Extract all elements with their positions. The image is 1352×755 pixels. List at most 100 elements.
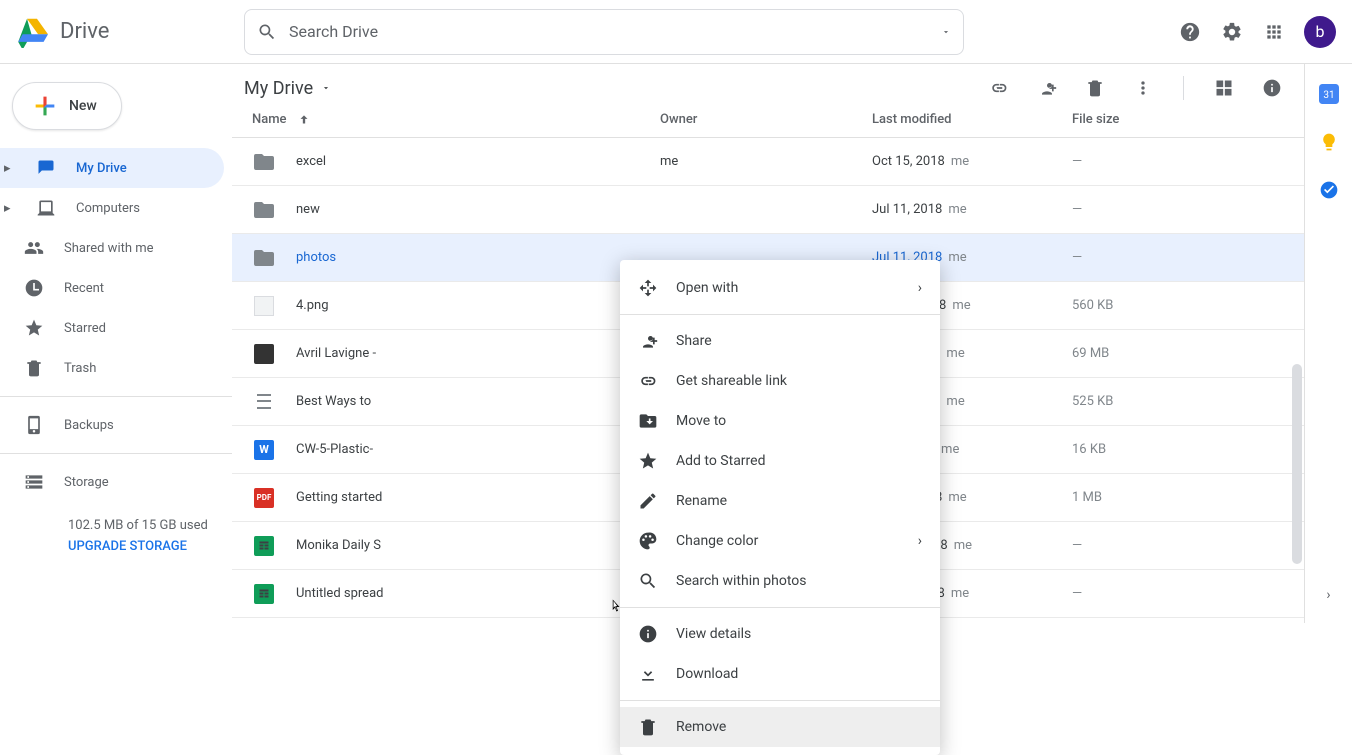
new-button-label: New <box>69 98 97 114</box>
ctx-remove[interactable]: Remove <box>620 707 940 747</box>
chevron-right-icon: › <box>918 533 922 549</box>
file-row[interactable]: new Jul 11, 2018 me— <box>232 186 1304 234</box>
rail-expand-icon[interactable]: › <box>1326 587 1330 603</box>
file-name: Untitled spread <box>296 586 383 601</box>
file-type-icon <box>252 534 276 558</box>
get-link-icon[interactable] <box>987 76 1011 100</box>
search-bar[interactable]: Search Drive <box>244 9 964 55</box>
delete-icon[interactable] <box>1083 76 1107 100</box>
file-type-icon <box>252 294 276 318</box>
logo-area: Drive <box>16 16 244 48</box>
file-size: — <box>1072 154 1284 169</box>
grid-view-icon[interactable] <box>1212 76 1236 100</box>
help-icon[interactable] <box>1178 20 1202 44</box>
file-name: excel <box>296 154 326 169</box>
ctx-open-with[interactable]: Open with › <box>620 268 940 308</box>
ctx-rename[interactable]: Rename <box>620 481 940 521</box>
ctx-search-within[interactable]: Search within photos <box>620 561 940 601</box>
share-icon[interactable] <box>1035 76 1059 100</box>
storage-icon <box>24 472 44 492</box>
breadcrumb[interactable]: My Drive <box>244 78 331 99</box>
file-name: new <box>296 202 320 217</box>
scrollbar[interactable] <box>1292 364 1302 564</box>
sidebar-item-label: Storage <box>64 475 109 490</box>
ctx-move-to[interactable]: Move to <box>620 401 940 441</box>
settings-icon[interactable] <box>1220 20 1244 44</box>
search-dropdown-icon[interactable] <box>941 27 951 37</box>
chevron-down-icon <box>321 83 331 93</box>
tasks-icon[interactable] <box>1319 180 1339 200</box>
file-type-icon <box>252 150 276 174</box>
sidebar-item-trash[interactable]: Trash <box>0 348 224 388</box>
column-size[interactable]: File size <box>1072 112 1284 127</box>
file-size: 560 KB <box>1072 298 1284 313</box>
app-header: Drive Search Drive b <box>0 0 1352 64</box>
file-name: CW-5-Plastic- <box>296 442 373 457</box>
info-icon <box>638 624 658 644</box>
new-button[interactable]: New <box>12 82 122 130</box>
file-size: — <box>1072 202 1284 217</box>
file-size: — <box>1072 586 1284 601</box>
avatar[interactable]: b <box>1304 16 1336 48</box>
file-name: photos <box>296 250 336 265</box>
star-icon <box>638 451 658 471</box>
file-type-icon: W <box>252 438 276 462</box>
ctx-get-link[interactable]: Get shareable link <box>620 361 940 401</box>
avatar-letter: b <box>1316 22 1325 41</box>
recent-icon <box>24 278 44 298</box>
file-modified: Jul 11, 2018 me <box>872 202 1072 217</box>
sidebar-item-computers[interactable]: ▸ Computers <box>0 188 224 228</box>
sidebar-item-my-drive[interactable]: ▸ My Drive <box>0 148 224 188</box>
apps-icon[interactable] <box>1262 20 1286 44</box>
trash-icon <box>24 358 44 378</box>
sidebar-item-starred[interactable]: Starred <box>0 308 224 348</box>
details-icon[interactable] <box>1260 76 1284 100</box>
upgrade-storage-link[interactable]: UPGRADE STORAGE <box>68 539 208 554</box>
ctx-change-color[interactable]: Change color› <box>620 521 940 561</box>
file-area: My Drive Name Owner Last modified File <box>232 64 1304 623</box>
context-menu: Open with › Share Get shareable link Mov… <box>620 260 940 755</box>
file-name: Getting started <box>296 490 382 505</box>
product-name: Drive <box>60 19 109 44</box>
sidebar-item-shared[interactable]: Shared with me <box>0 228 224 268</box>
file-size: — <box>1072 538 1284 553</box>
file-type-icon <box>252 390 276 414</box>
sidebar-item-label: Computers <box>76 201 140 216</box>
file-size: 16 KB <box>1072 442 1284 457</box>
storage-usage-text: 102.5 MB of 15 GB used <box>68 518 208 533</box>
sort-arrow-icon <box>297 113 311 127</box>
backups-icon <box>24 415 44 435</box>
ctx-download[interactable]: Download <box>620 654 940 694</box>
sidebar-item-label: My Drive <box>76 161 127 176</box>
sidebar-item-label: Starred <box>64 321 106 336</box>
share-icon <box>638 331 658 351</box>
keep-icon[interactable] <box>1319 132 1339 152</box>
ctx-add-starred[interactable]: Add to Starred <box>620 441 940 481</box>
file-modified: Oct 15, 2018 me <box>872 154 1072 169</box>
file-row[interactable]: excelmeOct 15, 2018 me— <box>232 138 1304 186</box>
file-size: 1 MB <box>1072 490 1284 505</box>
move-icon <box>638 411 658 431</box>
sidebar-item-label: Shared with me <box>64 241 154 256</box>
palette-icon <box>638 531 658 551</box>
sidebar-item-storage[interactable]: Storage <box>0 462 224 502</box>
more-icon[interactable] <box>1131 76 1155 100</box>
ctx-share[interactable]: Share <box>620 321 940 361</box>
sidebar-item-backups[interactable]: Backups <box>0 405 224 445</box>
ctx-view-details[interactable]: View details <box>620 614 940 654</box>
calendar-icon[interactable]: 31 <box>1319 84 1339 104</box>
search-placeholder: Search Drive <box>289 22 941 41</box>
column-owner[interactable]: Owner <box>660 112 872 127</box>
plus-icon <box>31 92 59 120</box>
chevron-right-icon: ▸ <box>4 201 16 216</box>
file-size: 525 KB <box>1072 394 1284 409</box>
sidebar-item-label: Trash <box>64 361 96 376</box>
sidebar-item-recent[interactable]: Recent <box>0 268 224 308</box>
trash-icon <box>638 717 658 737</box>
sidebar-item-label: Backups <box>64 418 114 433</box>
file-type-icon <box>252 342 276 366</box>
file-type-icon <box>252 198 276 222</box>
shared-icon <box>24 238 44 258</box>
column-name[interactable]: Name <box>252 112 660 127</box>
column-modified[interactable]: Last modified <box>872 112 1072 127</box>
